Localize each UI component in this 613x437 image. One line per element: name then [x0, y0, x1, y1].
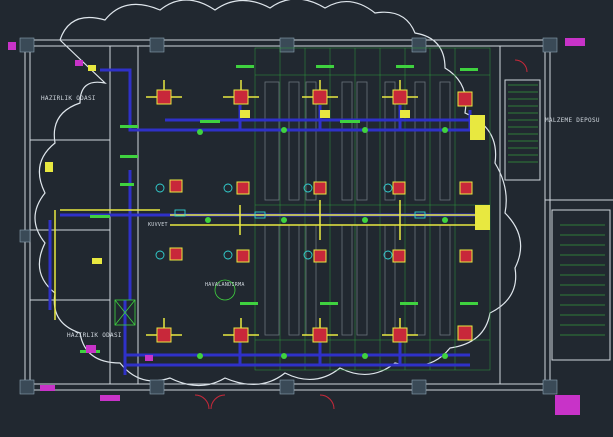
room-label-hazirlik-odasi-top: HAZIRLIK ODASI — [41, 95, 96, 102]
room-label-hazirlik-odasi-bottom: HAZIRLIK ODASI — [67, 332, 122, 339]
room-label-havalandirma: HAVALANDIRMA — [205, 282, 245, 288]
hvac-floor-plan — [0, 0, 613, 437]
room-label-malzeme-deposu: MALZEME DEPOSU — [545, 117, 600, 124]
room-label-kuvvet: KUVVET — [148, 222, 168, 228]
